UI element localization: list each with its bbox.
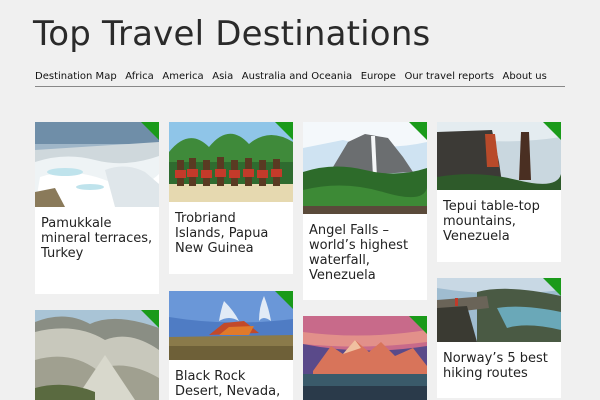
article-card-patagonia[interactable] xyxy=(303,316,427,400)
site-title[interactable]: Top Travel Destinations xyxy=(33,14,430,54)
nav-asia[interactable]: Asia xyxy=(212,70,242,86)
nav-america[interactable]: America xyxy=(162,70,212,86)
trobriand-image[interactable] xyxy=(169,122,293,202)
card-title[interactable]: Pamukkale mineral terraces, Turkey xyxy=(35,207,159,261)
mountain-image[interactable] xyxy=(35,310,159,400)
nav-travel-reports[interactable]: Our travel reports xyxy=(404,70,502,86)
corner-flag-icon xyxy=(409,122,427,140)
card-title[interactable]: Trobriand Islands, Papua New Guinea xyxy=(169,202,293,256)
card-title[interactable]: Tepui table-top mountains, Venezuela xyxy=(437,190,561,244)
corner-flag-icon xyxy=(141,122,159,140)
corner-flag-icon xyxy=(275,122,293,140)
card-title[interactable]: Black Rock Desert, Nevada, xyxy=(169,360,293,399)
patagonia-image[interactable] xyxy=(303,316,427,400)
corner-flag-icon xyxy=(141,310,159,328)
article-card-mountain[interactable] xyxy=(35,310,159,400)
angel-falls-image[interactable] xyxy=(303,122,427,214)
nav-about-us[interactable]: About us xyxy=(503,70,556,86)
nav-europe[interactable]: Europe xyxy=(361,70,405,86)
nav-australia-oceania[interactable]: Australia and Oceania xyxy=(242,70,361,86)
norway-image[interactable] xyxy=(437,278,561,342)
nav-destination-map[interactable]: Destination Map xyxy=(35,70,125,86)
card-title[interactable]: Norway’s 5 best hiking routes xyxy=(437,342,561,381)
article-card-tepui[interactable]: Tepui table-top mountains, Venezuela xyxy=(437,122,561,262)
article-card-norway[interactable]: Norway’s 5 best hiking routes xyxy=(437,278,561,398)
corner-flag-icon xyxy=(543,278,561,296)
pamukkale-image[interactable] xyxy=(35,122,159,207)
black-rock-image[interactable] xyxy=(169,291,293,360)
article-card-pamukkale[interactable]: Pamukkale mineral terraces, Turkey xyxy=(35,122,159,294)
article-card-black-rock[interactable]: Black Rock Desert, Nevada, xyxy=(169,291,293,400)
corner-flag-icon xyxy=(409,316,427,334)
tepui-image[interactable] xyxy=(437,122,561,190)
main-nav: Destination Map Africa America Asia Aust… xyxy=(35,70,565,87)
article-card-trobriand[interactable]: Trobriand Islands, Papua New Guinea xyxy=(169,122,293,274)
nav-africa[interactable]: Africa xyxy=(125,70,162,86)
article-card-angel-falls[interactable]: Angel Falls – world’s highest waterfall,… xyxy=(303,122,427,300)
corner-flag-icon xyxy=(275,291,293,309)
corner-flag-icon xyxy=(543,122,561,140)
card-title[interactable]: Angel Falls – world’s highest waterfall,… xyxy=(303,214,427,283)
